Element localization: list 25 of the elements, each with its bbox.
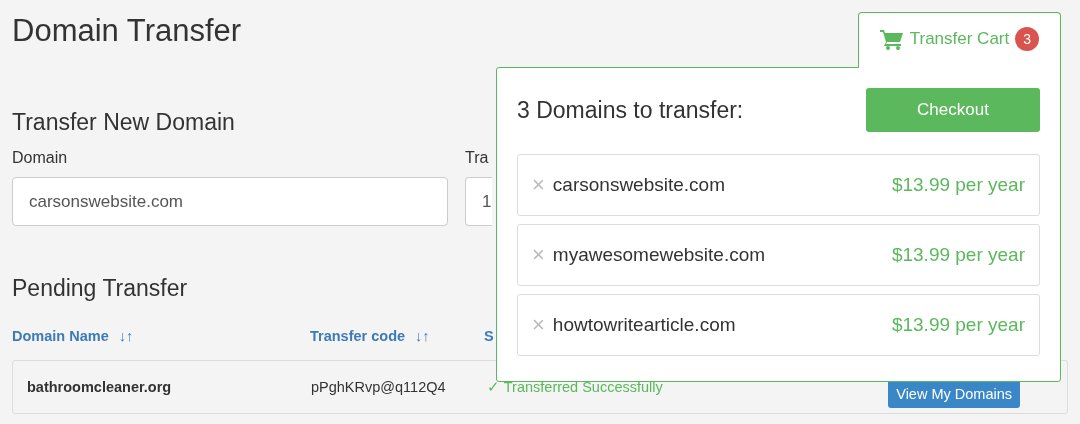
- domain-name: howtowritearticle.com: [552, 314, 736, 336]
- column-header[interactable]: Domain Name ↓↑: [12, 328, 310, 344]
- count-badge: 3: [1015, 27, 1040, 51]
- table-cell-text: bathroomcleaner.org: [27, 379, 173, 395]
- price-text: $13.99 per year: [891, 174, 1025, 196]
- field-label: Domain: [12, 148, 69, 168]
- input-field[interactable]: carsonswebsite.com: [12, 177, 448, 226]
- price-text: $13.99 per year: [891, 244, 1025, 266]
- price-text: $13.99 per year: [891, 314, 1025, 336]
- field-label: Tra: [465, 148, 490, 168]
- cart-heading: 3 Domains to transfer:: [517, 96, 744, 124]
- section-heading: Pending Transfer: [12, 274, 188, 303]
- input-field[interactable]: 1: [465, 177, 492, 226]
- checkout-button[interactable]: Checkout: [866, 88, 1040, 132]
- column-header[interactable]: Transfer code ↓↑: [310, 328, 484, 344]
- domain-name: myawesomewebsite.com: [552, 244, 766, 266]
- cart-tab[interactable]: Transfer Cart 3: [858, 12, 1061, 68]
- table-cell-text: pPghKRvp@q112Q4: [311, 379, 447, 395]
- domain-name: carsonswebsite.com: [552, 174, 725, 196]
- section-heading: Transfer New Domain: [12, 108, 235, 137]
- status-text: ✓ Transferred Successfully: [487, 379, 664, 395]
- page-title: Domain Transfer: [12, 12, 242, 50]
- column-header[interactable]: S: [484, 328, 494, 344]
- cart-icon: [879, 28, 904, 50]
- view-domains-button[interactable]: View My Domains: [888, 380, 1020, 408]
